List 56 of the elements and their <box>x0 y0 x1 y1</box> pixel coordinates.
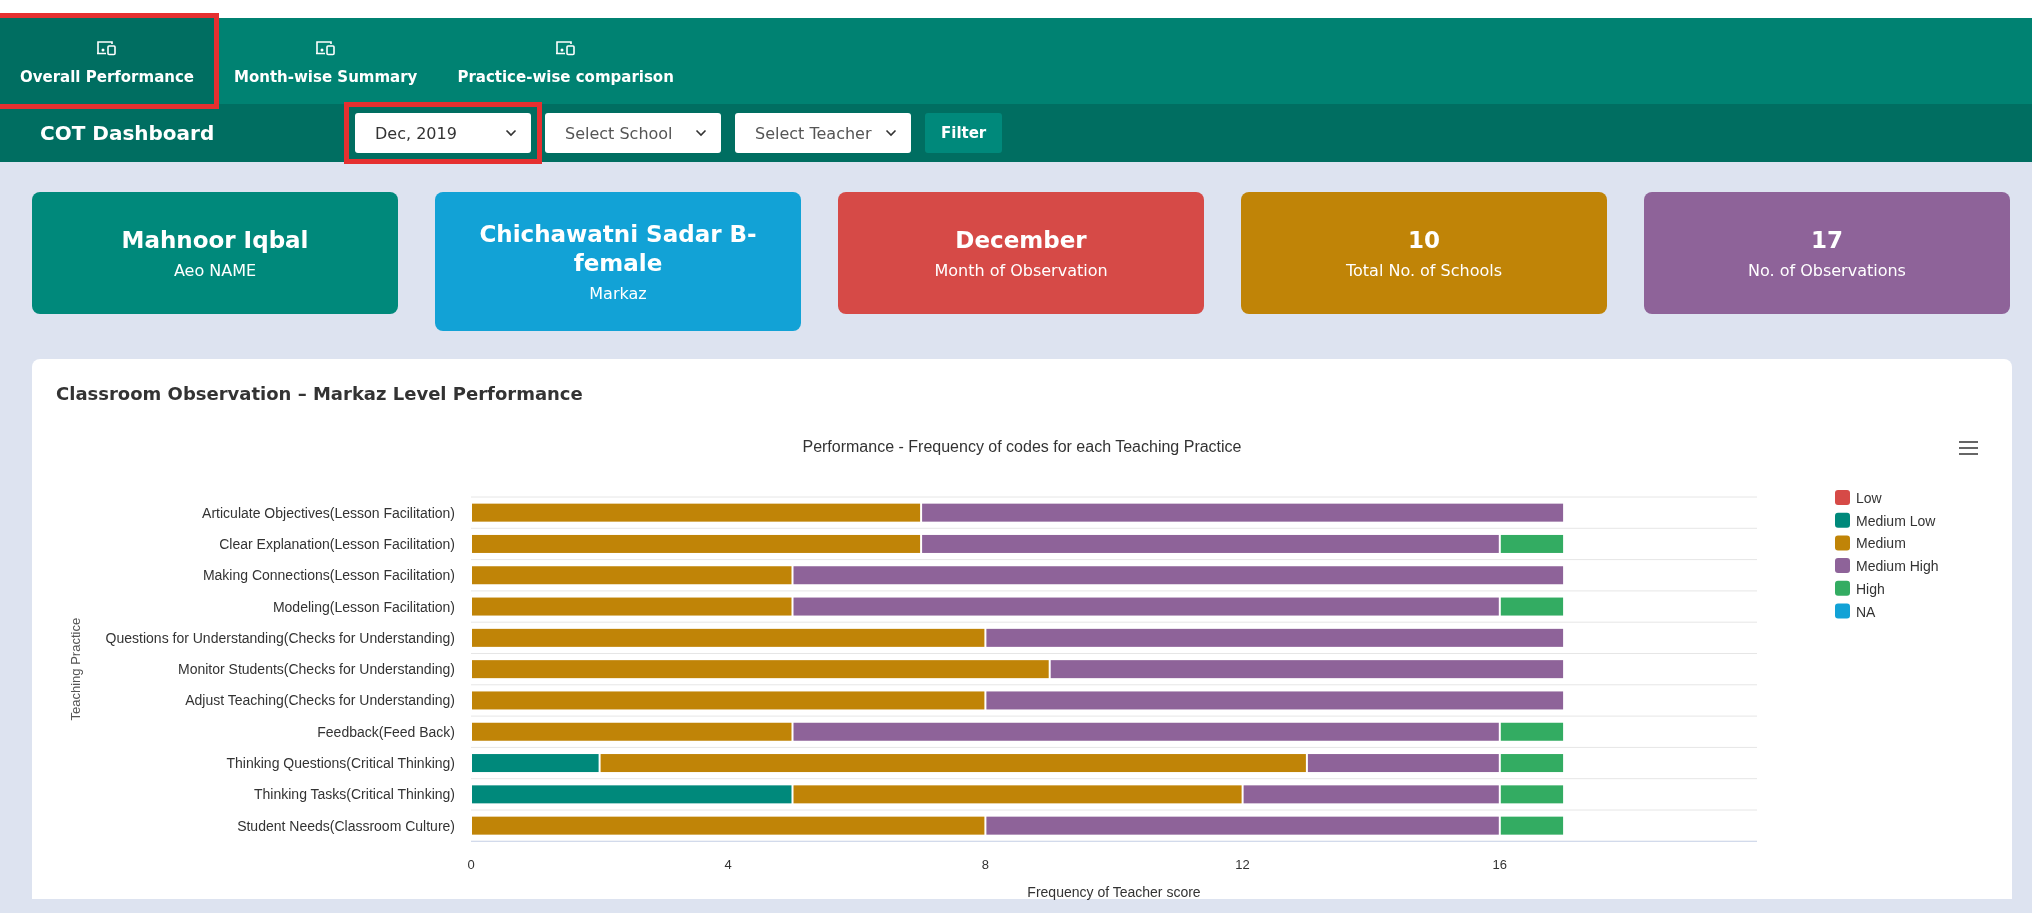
dashboard-title: COT Dashboard <box>40 121 216 145</box>
dropdown[interactable]: Select Teacher <box>735 113 911 153</box>
stat-label: Markaz <box>589 284 647 303</box>
legend-label: Medium Low <box>1856 512 1937 529</box>
tick-label: 16 <box>1492 857 1508 873</box>
devices-icon <box>554 40 577 56</box>
stat-value: 17 <box>1811 226 1843 255</box>
filter-button[interactable]: Filter <box>925 113 1003 153</box>
axis-label: Thinking Questions(Critical Thinking) <box>226 755 455 772</box>
legend-label: High <box>1856 580 1885 597</box>
dropdown[interactable]: Select School <box>545 113 721 153</box>
panel-title: Classroom Observation – Markaz Level Performance <box>55 382 584 404</box>
devices-icon <box>96 40 118 56</box>
axis-title: Frequency of Teacher score <box>1027 884 1201 900</box>
tab[interactable]: Month-wise Summary <box>214 18 438 104</box>
axis-label: Student Needs(Classroom Culture) <box>237 817 455 834</box>
chevron-icon <box>885 129 897 137</box>
axis-label: Feedback(Feed Back) <box>317 723 455 740</box>
stat-label: No. of Observations <box>1748 261 1906 280</box>
legend-label: NA <box>1856 603 1877 620</box>
legend-item[interactable]: NA <box>1835 603 1876 620</box>
axis-label: Questions for Understanding(Checks for Understanding) <box>105 629 455 646</box>
stat-label: Month of Observation <box>934 261 1108 280</box>
legend-label: Medium High <box>1856 558 1939 575</box>
axis-label: Articulate Objectives(Lesson Facilitation) <box>202 504 455 521</box>
tab[interactable]: Practice-wise comparison <box>437 18 694 104</box>
tick-label: 4 <box>724 857 732 873</box>
legend-item[interactable]: Low <box>1835 490 1882 506</box>
menu-icon[interactable] <box>1959 441 1978 455</box>
tick-label: 8 <box>981 857 989 873</box>
legend-item[interactable]: High <box>1835 580 1885 597</box>
legend-item[interactable]: Medium <box>1835 535 1906 552</box>
chevron-icon <box>505 129 517 137</box>
tick-label: 0 <box>467 857 475 873</box>
axis-label: Modeling(Lesson Facilitation) <box>272 598 455 615</box>
stat-value: Chichawatni Sadar B-female <box>478 220 758 278</box>
axis-label: Adjust Teaching(Checks for Understanding) <box>185 692 455 709</box>
legend-label: Low <box>1856 490 1883 506</box>
stat-value: 10 <box>1408 226 1440 255</box>
devices-icon <box>314 40 337 56</box>
chart-title: Performance - Frequency of codes for each Teaching Practice <box>802 438 1242 455</box>
chevron-icon <box>695 129 707 137</box>
stat-label: Aeo NAME <box>173 261 257 280</box>
legend-label: Medium <box>1856 535 1906 552</box>
axis-label: Thinking Tasks(Critical Thinking) <box>254 786 455 803</box>
stat-label: Total No. of Schools <box>1345 261 1503 280</box>
legend-item[interactable]: Medium High <box>1835 558 1939 575</box>
axis-label: Clear Explanation(Lesson Facilitation) <box>219 535 455 552</box>
tick-label: 12 <box>1235 857 1250 873</box>
axis-title: Teaching Practice <box>68 617 83 721</box>
stat-value: Mahnoor Iqbal <box>121 226 309 255</box>
dropdown[interactable]: Dec, 2019 <box>355 113 531 153</box>
axis-label: Monitor Students(Checks for Understanding) <box>177 661 455 678</box>
legend-item[interactable]: Medium Low <box>1835 512 1936 529</box>
stat-value: December <box>955 226 1087 255</box>
axis-label: Making Connections(Lesson Facilitation) <box>202 567 455 584</box>
